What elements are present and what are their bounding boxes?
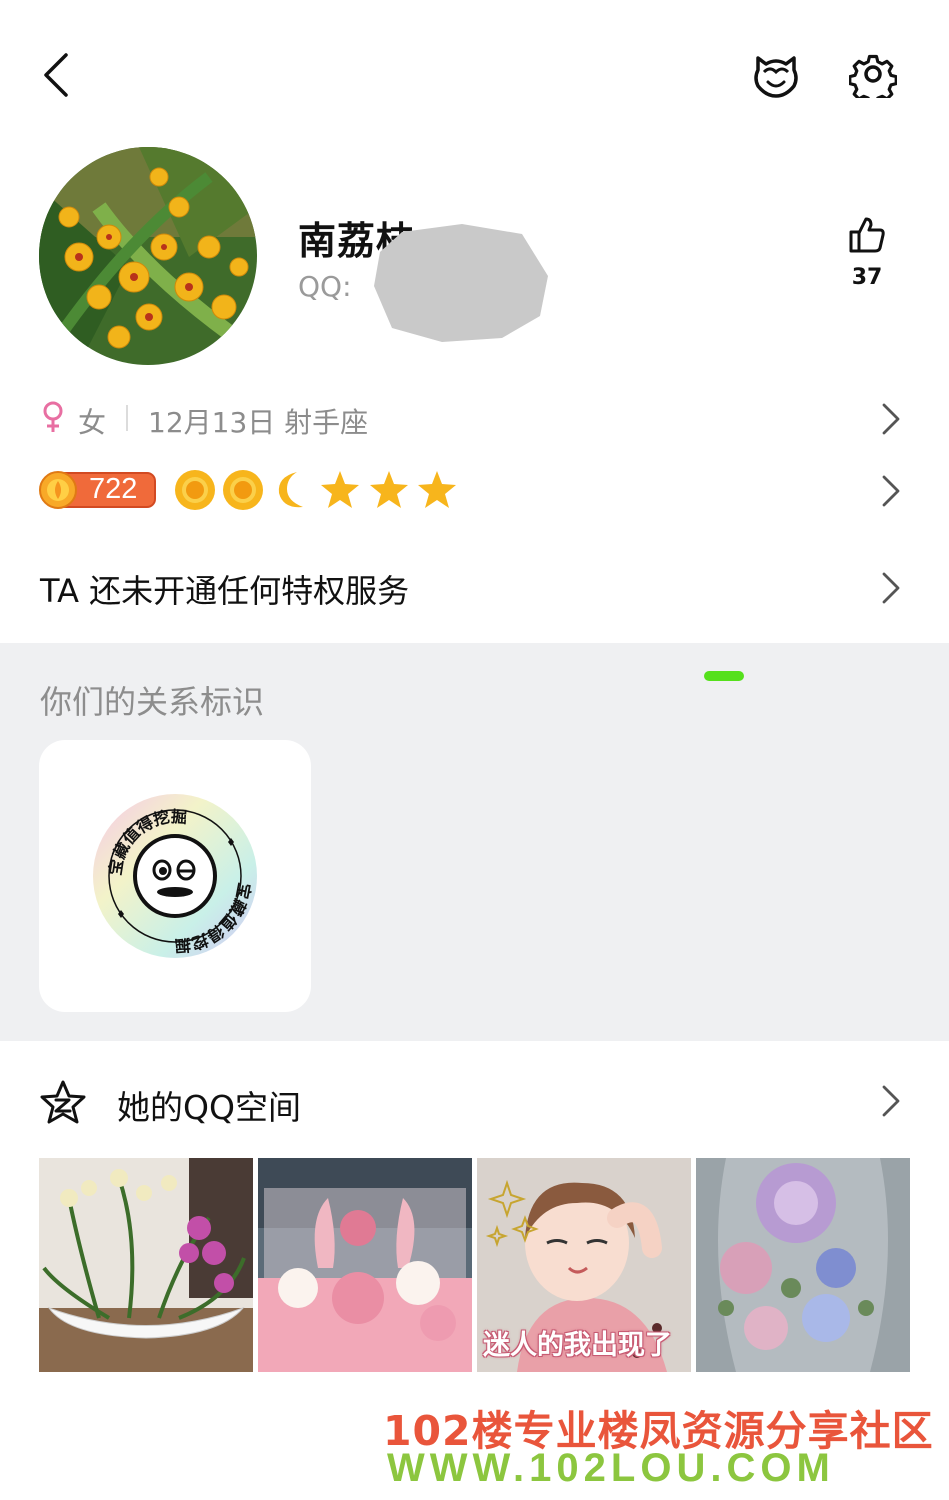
photo-caption: 迷人的我出现了	[483, 1330, 672, 1361]
avatar[interactable]	[39, 147, 257, 365]
pet-button[interactable]	[750, 50, 802, 98]
relation-section: 你们的关系标识 宝藏值得挖掘 宝藏值得挖掘	[0, 643, 949, 1041]
gender-text: 女	[78, 406, 107, 439]
pet-face-icon	[754, 56, 798, 98]
qq-number-label: QQ:	[298, 270, 352, 303]
relation-badge-card[interactable]: 宝藏值得挖掘 宝藏值得挖掘	[39, 740, 311, 1012]
birthday-text: 12月13日 射手座	[148, 406, 369, 439]
status-indicator	[704, 671, 744, 681]
sun-icon	[175, 470, 215, 510]
privilege-row[interactable]: TA 还未开通任何特权服务	[0, 560, 949, 620]
level-badge: 722	[39, 471, 157, 509]
level-row[interactable]: 722	[0, 465, 949, 521]
child-photo[interactable]: 迷人的我出现了	[477, 1158, 691, 1372]
orchid-planter-photo[interactable]	[39, 1158, 253, 1372]
like-count: 37	[851, 265, 883, 290]
treasure-badge-icon: 宝藏值得挖掘 宝藏值得挖掘	[93, 794, 257, 958]
relation-title: 你们的关系标识	[40, 683, 265, 721]
level-value: 722	[89, 473, 138, 505]
top-bar	[0, 0, 949, 150]
watermark-url: WWW.102LOU.COM	[387, 1446, 835, 1490]
chevron-right-icon	[882, 572, 900, 604]
preserved-rose-photo[interactable]	[696, 1158, 910, 1372]
sun-icon	[223, 470, 263, 510]
female-icon	[43, 401, 63, 432]
gear-icon	[848, 54, 898, 105]
privilege-text: TA 还未开通任何特权服务	[40, 572, 410, 610]
chevron-right-icon	[882, 403, 900, 435]
pink-flower-box-photo[interactable]	[258, 1158, 472, 1372]
star-icon	[321, 471, 359, 508]
chevron-right-icon	[882, 475, 900, 507]
back-button[interactable]	[38, 50, 78, 100]
basic-info-row[interactable]: 女 12月13日 射手座	[0, 395, 949, 445]
divider	[126, 405, 128, 431]
star-icon	[418, 471, 456, 508]
qzone-title: 她的QQ空间	[117, 1088, 301, 1127]
moon-icon	[278, 472, 303, 508]
qzone-photo-strip: 迷人的我出现了	[39, 1158, 911, 1372]
like-button[interactable]: 37	[840, 215, 894, 305]
qzone-row[interactable]: 她的QQ空间	[0, 1075, 949, 1131]
qzone-star-icon	[40, 1080, 86, 1124]
redaction-mask	[372, 224, 550, 342]
settings-button[interactable]	[848, 50, 898, 105]
chevron-left-icon	[44, 53, 68, 97]
chevron-right-icon	[882, 1085, 900, 1117]
star-icon	[370, 471, 408, 508]
thumbs-up-icon	[849, 217, 885, 253]
